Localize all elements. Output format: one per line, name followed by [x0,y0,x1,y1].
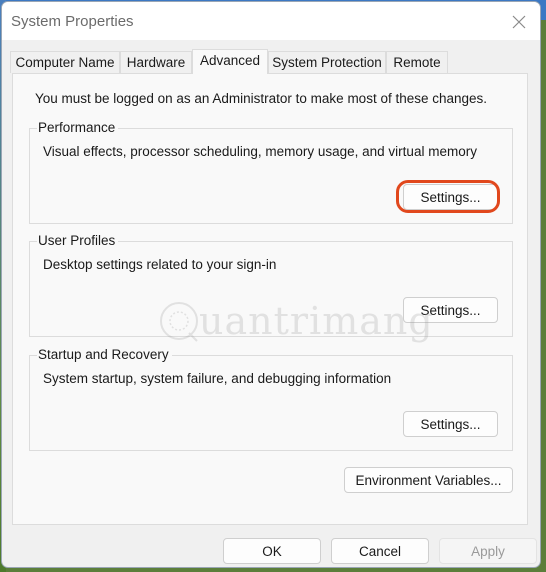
performance-settings-button[interactable]: Settings... [403,184,498,210]
performance-group-label: Performance [37,120,119,135]
advanced-tab-panel: You must be logged on as an Administrato… [12,73,528,525]
startup-recovery-settings-button[interactable]: Settings... [403,411,498,437]
tab-system-protection[interactable]: System Protection [268,51,386,73]
tab-advanced[interactable]: Advanced [192,49,268,74]
environment-variables-button[interactable]: Environment Variables... [344,467,513,493]
performance-group: Performance Visual effects, processor sc… [29,120,513,224]
startup-recovery-group-label: Startup and Recovery [37,347,172,362]
user-profiles-group-label: User Profiles [37,233,119,248]
ok-button[interactable]: OK [223,538,321,564]
close-icon [512,15,526,29]
tab-remote[interactable]: Remote [386,51,448,73]
user-profiles-settings-button[interactable]: Settings... [403,297,498,323]
apply-button[interactable]: Apply [439,538,537,564]
startup-recovery-description: System startup, system failure, and debu… [43,371,392,386]
cancel-button[interactable]: Cancel [331,538,429,564]
tab-computer-name[interactable]: Computer Name [10,51,120,73]
startup-recovery-group: Startup and Recovery System startup, sys… [29,347,513,451]
admin-note: You must be logged on as an Administrato… [35,91,488,106]
user-profiles-group: User Profiles Desktop settings related t… [29,233,513,337]
system-properties-dialog: System Properties Computer Name Hardware… [1,1,541,568]
tab-hardware[interactable]: Hardware [120,51,192,73]
user-profiles-description: Desktop settings related to your sign-in [43,257,277,272]
window-title: System Properties [11,13,134,30]
performance-description: Visual effects, processor scheduling, me… [43,144,477,159]
close-button[interactable] [504,8,534,36]
title-bar: System Properties [2,2,540,40]
